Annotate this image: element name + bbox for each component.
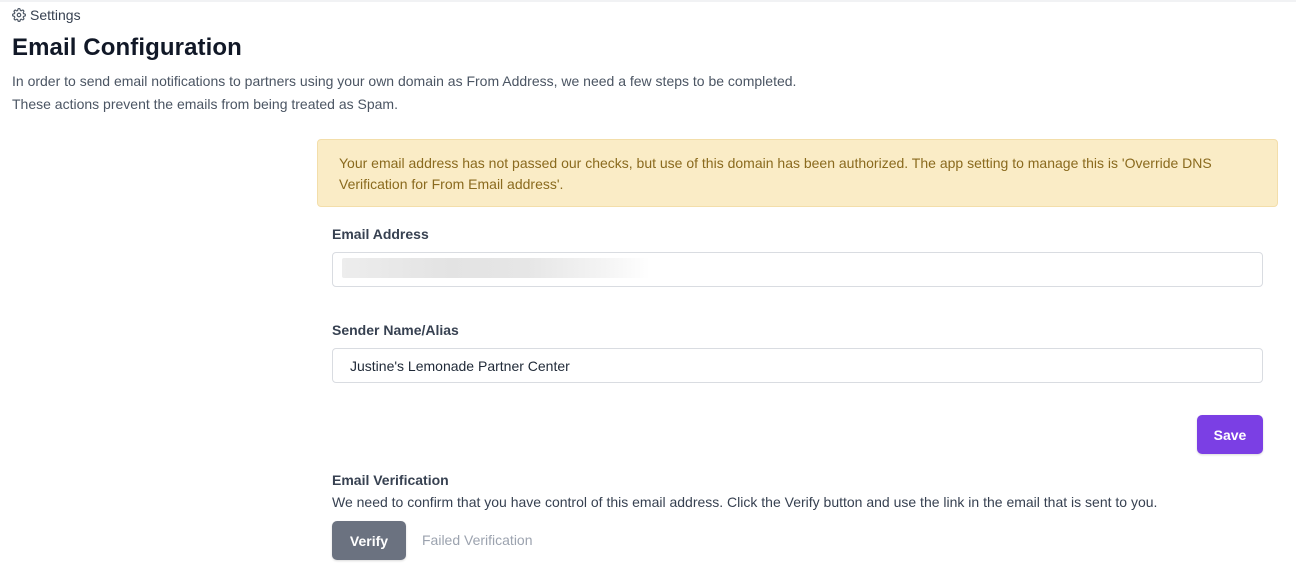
page-title: Email Configuration bbox=[12, 34, 242, 61]
redacted-email-value bbox=[342, 258, 650, 278]
verification-status: Failed Verification bbox=[422, 532, 533, 548]
email-verification-title: Email Verification bbox=[332, 472, 449, 488]
intro-line-2: These actions prevent the emails from be… bbox=[12, 96, 398, 112]
verify-button[interactable]: Verify bbox=[332, 521, 406, 560]
gear-icon bbox=[12, 8, 26, 22]
email-address-label: Email Address bbox=[332, 226, 429, 242]
sender-name-label: Sender Name/Alias bbox=[332, 322, 459, 338]
breadcrumb-settings-label: Settings bbox=[30, 7, 81, 23]
warning-alert: Your email address has not passed our ch… bbox=[317, 139, 1278, 207]
intro-line-1: In order to send email notifications to … bbox=[12, 73, 797, 89]
save-button[interactable]: Save bbox=[1197, 415, 1263, 454]
email-configuration-page: Settings Email Configuration In order to… bbox=[0, 0, 1296, 575]
top-divider bbox=[0, 0, 1296, 2]
email-verification-description: We need to confirm that you have control… bbox=[332, 494, 1158, 510]
breadcrumb[interactable]: Settings bbox=[12, 7, 81, 23]
sender-name-field[interactable] bbox=[332, 348, 1263, 383]
page-description: In order to send email notifications to … bbox=[12, 70, 796, 116]
